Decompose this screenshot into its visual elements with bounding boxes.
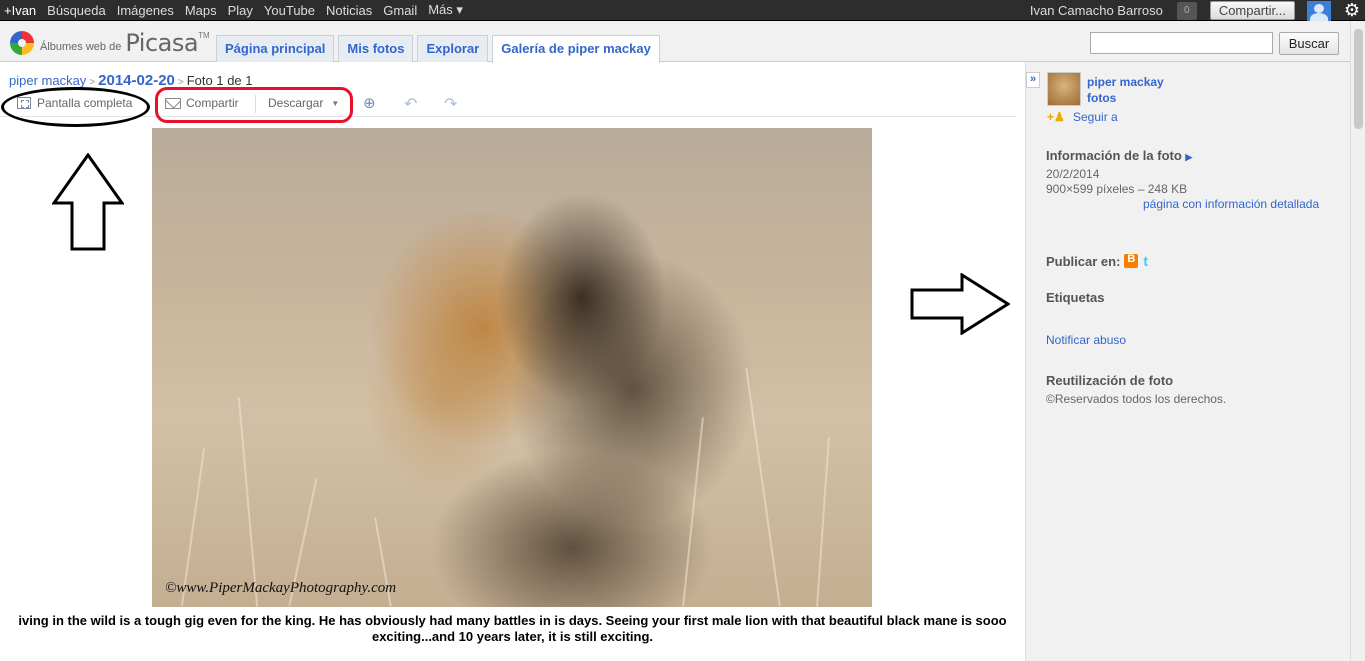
gbar-account-area: Ivan Camacho Barroso 0 Compartir... ⚙	[1030, 0, 1365, 21]
zoom-in-icon: ⊕	[363, 95, 376, 112]
annotation-arrow-up-icon	[52, 153, 124, 251]
account-avatar-icon[interactable]	[1307, 0, 1331, 21]
publish-row: Publicar en: t	[1046, 253, 1148, 269]
annotation-arrow-right-icon	[910, 273, 1010, 335]
report-abuse-link[interactable]: Notificar abuso	[1046, 333, 1126, 347]
photo-dimensions: 900×599 píxeles – 248 KB	[1046, 182, 1188, 196]
rotate-left-icon: ↶	[404, 96, 418, 113]
rotate-right-icon: ↷	[444, 96, 458, 113]
picasa-header: Álbumes web de Picasa TM Página principa…	[0, 21, 1350, 63]
photo-info-sidebar: » piper mackay fotos +♟ Seguir a Informa…	[1025, 62, 1350, 661]
logo-trademark: TM	[198, 31, 210, 40]
search-input[interactable]	[1090, 32, 1273, 54]
photo-toolbar: Pantalla completa Compartir Descargar ▼ …	[0, 92, 1016, 117]
scrollbar-thumb[interactable]	[1354, 29, 1363, 129]
gbar-link-news[interactable]: Noticias	[326, 3, 372, 18]
gbar-link-maps[interactable]: Maps	[185, 3, 217, 18]
zoom-button[interactable]: ⊕	[363, 94, 376, 112]
photo-caption: iving in the wild is a tough gig even fo…	[18, 613, 1007, 644]
expand-arrow-icon: ▶	[1185, 152, 1193, 162]
owner-photos-link[interactable]: fotos	[1087, 91, 1116, 105]
rotate-left-button[interactable]: ↶	[404, 94, 417, 114]
photo-watermark: ©www.PiperMackayPhotography.com	[165, 580, 397, 596]
grass-blade	[816, 437, 830, 607]
tab-explore[interactable]: Explorar	[417, 35, 489, 62]
logo-name: Picasa	[125, 29, 199, 57]
detailed-info-link[interactable]: página con información detallada	[1143, 197, 1319, 211]
page-scrollbar[interactable]	[1350, 21, 1365, 661]
rotate-right-button[interactable]: ↷	[444, 94, 457, 114]
google-bar: +Ivan Búsqueda Imágenes Maps Play YouTub…	[0, 0, 1365, 21]
search-button[interactable]: Buscar	[1279, 32, 1339, 55]
annotation-oval-fullscreen	[1, 87, 150, 127]
gbar-link-play[interactable]: Play	[228, 3, 253, 18]
gbar-link-plus[interactable]: +Ivan	[4, 3, 36, 18]
logo-prefix: Álbumes web de	[40, 41, 122, 53]
copyright-text: ©Reservados todos los derechos.	[1046, 392, 1227, 406]
breadcrumb-position: Foto 1 de 1	[186, 73, 253, 88]
twitter-icon[interactable]: t	[1143, 253, 1148, 269]
gear-icon[interactable]: ⚙	[1339, 0, 1365, 21]
gbar-link-gmail[interactable]: Gmail	[383, 3, 417, 18]
follow-link[interactable]: Seguir a	[1073, 110, 1118, 124]
grass-blade	[237, 397, 259, 607]
main-content: piper mackay >2014-02-20 > Foto 1 de 1 Pant…	[0, 62, 1025, 661]
gbar-link-search[interactable]: Búsqueda	[47, 3, 106, 18]
grass-blade	[682, 417, 704, 607]
grass-blade	[745, 368, 781, 606]
gbar-share-button[interactable]: Compartir...	[1209, 1, 1295, 20]
picasa-pinwheel-icon	[10, 31, 34, 55]
tags-heading: Etiquetas	[1046, 290, 1105, 305]
follow-icon: +♟	[1047, 110, 1065, 124]
tab-my-photos[interactable]: Mis fotos	[338, 35, 414, 62]
photo-info-heading[interactable]: Información de la foto ▶	[1046, 148, 1192, 163]
notifications-badge[interactable]: 0	[1176, 1, 1197, 20]
collapse-sidebar-icon[interactable]: »	[1026, 72, 1040, 88]
breadcrumb-separator: >	[89, 77, 96, 88]
owner-avatar[interactable]	[1047, 72, 1081, 106]
google-bar-links: +Ivan Búsqueda Imágenes Maps Play YouTub…	[4, 0, 474, 20]
tab-gallery[interactable]: Galería de piper mackay	[492, 35, 660, 63]
nav-tabs: Página principal Mis fotos Explorar Gale…	[216, 35, 664, 63]
owner-name-link[interactable]: piper mackay	[1087, 75, 1164, 89]
publish-label: Publicar en:	[1046, 254, 1121, 269]
annotation-box-share-download	[155, 87, 353, 123]
main-photo[interactable]: ©www.PiperMackayPhotography.com	[152, 128, 872, 607]
account-name[interactable]: Ivan Camacho Barroso	[1030, 3, 1163, 18]
photo-reuse-heading: Reutilización de foto	[1046, 373, 1174, 388]
gbar-link-more[interactable]: Más ▾	[428, 2, 463, 18]
photo-info-title: Información de la foto	[1046, 148, 1182, 163]
picasa-logo[interactable]: Álbumes web de Picasa TM	[10, 29, 210, 57]
gbar-link-images[interactable]: Imágenes	[117, 3, 174, 18]
photo-date: 20/2/2014	[1046, 167, 1100, 181]
gbar-link-youtube[interactable]: YouTube	[264, 3, 315, 18]
breadcrumb-user[interactable]: piper mackay	[9, 73, 86, 88]
blogger-icon[interactable]	[1124, 253, 1139, 268]
tab-home[interactable]: Página principal	[216, 35, 335, 62]
